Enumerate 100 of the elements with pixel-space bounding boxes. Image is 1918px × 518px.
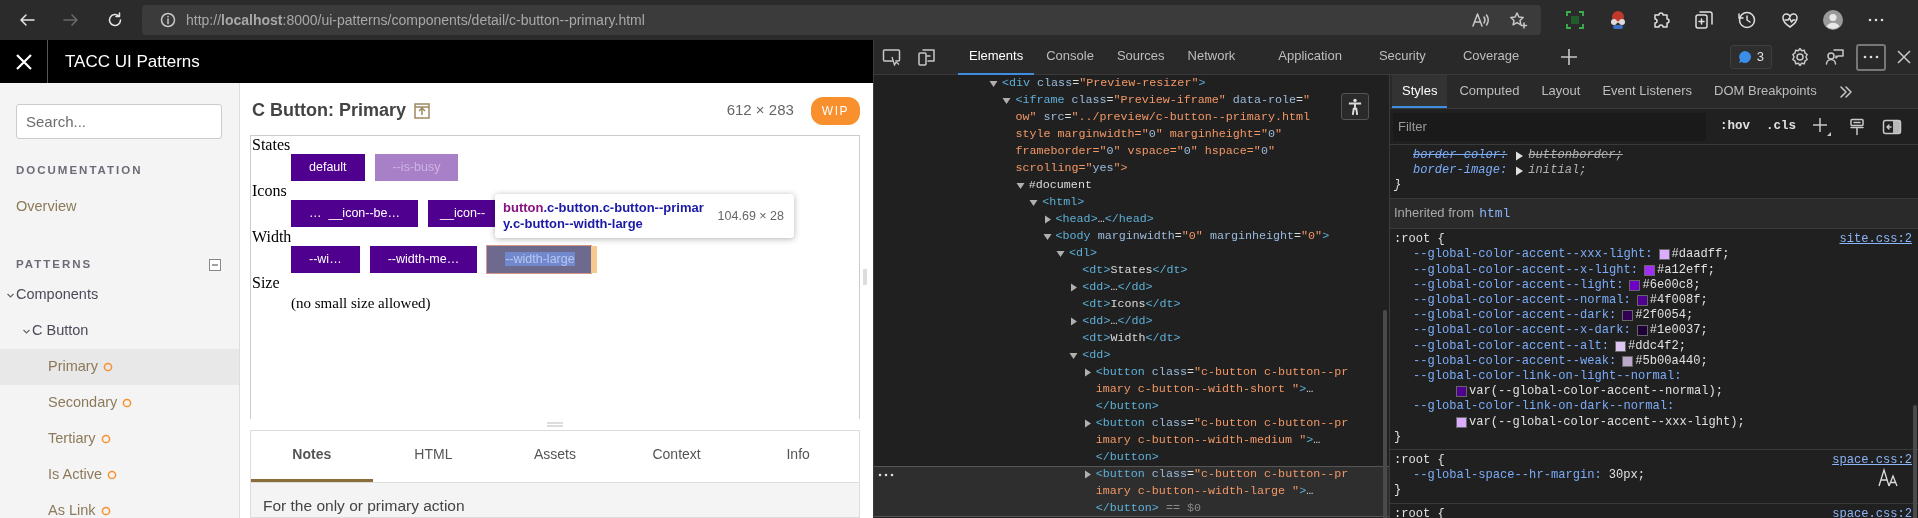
more-icon[interactable] <box>1862 54 1880 60</box>
gear-icon[interactable] <box>1789 47 1810 67</box>
caret-right-icon[interactable] <box>1082 470 1092 479</box>
source-link[interactable]: space.css:2 <box>1832 452 1912 469</box>
color-swatch[interactable] <box>1456 416 1467 428</box>
color-swatch[interactable] <box>1644 264 1655 276</box>
caret-right-icon[interactable] <box>1069 283 1079 292</box>
issues-button[interactable]: 3 <box>1729 45 1772 69</box>
devtools-tab[interactable]: Coverage <box>1451 39 1531 75</box>
scrollbar[interactable] <box>1383 310 1387 518</box>
source-link[interactable]: site.css:2 <box>1839 232 1912 248</box>
color-swatch[interactable] <box>1658 249 1670 261</box>
device-icon[interactable] <box>916 48 937 66</box>
styles-tab[interactable]: DOM Breakpoints <box>1704 75 1827 108</box>
accessibility-button[interactable] <box>1341 93 1369 120</box>
dom-node[interactable]: <dt>States</dt> <box>1082 262 1188 279</box>
dom-node[interactable]: <iframe class="Preview-iframe" data-role=" ow" src="../preview/c-button--primary.html style marginwidth="0" marginheight="0" frameborder="0" vspace="0" hspace="0" scrolling="yes"> <box>1015 92 1310 177</box>
info-icon[interactable] <box>160 12 176 28</box>
devtools-tab[interactable]: Console <box>1035 39 1105 75</box>
search-field[interactable]: Search... <box>16 104 222 139</box>
color-swatch[interactable] <box>1636 325 1648 337</box>
caret-right-icon[interactable] <box>1082 419 1092 428</box>
collections-icon[interactable] <box>1692 9 1715 31</box>
hover-state-button[interactable]: :hov <box>1712 117 1758 136</box>
dom-node[interactable]: <button class="c-button c-button--pr imary c-button--width-large ">… </button> == $0 <box>1095 466 1349 517</box>
dom-node[interactable]: <dd>…</dd> <box>1082 279 1153 296</box>
double-chevron-right-icon[interactable] <box>1839 85 1854 99</box>
text-size-icon[interactable] <box>1878 467 1898 487</box>
plus-icon[interactable] <box>1559 48 1578 66</box>
caret-down-icon[interactable] <box>989 79 998 88</box>
sidebar-item[interactable]: As Link <box>0 493 239 518</box>
resize-handle[interactable] <box>863 269 867 286</box>
devtools-tab[interactable]: Application <box>1267 39 1353 75</box>
favorites-icon[interactable] <box>1509 11 1529 29</box>
devtools-tab[interactable]: Sources <box>1105 39 1176 75</box>
resize-handle[interactable] <box>547 421 563 427</box>
class-button[interactable]: .cls <box>1758 117 1805 136</box>
collapse-icon[interactable] <box>209 259 221 271</box>
dom-node[interactable]: <head>…</head> <box>1055 211 1154 228</box>
element-link[interactable]: html <box>1479 205 1511 221</box>
caret-right-icon[interactable] <box>1069 317 1079 326</box>
color-swatch[interactable] <box>1614 340 1626 352</box>
tree-item[interactable]: Components <box>0 277 239 313</box>
dom-node[interactable]: <button class="c-button c-button--pr imary c-button--width-short ">… </button> <box>1095 364 1349 415</box>
paint-roller-icon[interactable] <box>1848 117 1865 136</box>
caret-right-icon[interactable] <box>1082 368 1092 377</box>
color-swatch[interactable] <box>1629 279 1641 291</box>
filter-field[interactable]: Filter <box>1393 112 1706 141</box>
close-icon[interactable] <box>1896 49 1912 65</box>
preview-button[interactable]: default <box>291 154 365 182</box>
dom-node[interactable]: <dt>Icons</dt> <box>1082 296 1181 313</box>
preview-button[interactable]: --wi… <box>291 246 360 274</box>
dom-node[interactable]: <html> <box>1042 194 1085 211</box>
accessibility-icon[interactable] <box>1348 96 1362 117</box>
dom-node[interactable]: <button class="c-button c-button--pr imary c-button--width-medium ">… </button> <box>1095 415 1349 466</box>
dom-node[interactable]: <dd>…</dd> <box>1082 313 1153 330</box>
sidebar-icon[interactable] <box>1881 118 1902 135</box>
devtools-tab[interactable]: Network <box>1176 39 1247 75</box>
devtools-tab[interactable]: Security <box>1367 39 1437 75</box>
caret-down-icon[interactable] <box>1029 198 1039 207</box>
styles-tab[interactable]: Event Listeners <box>1592 75 1703 108</box>
refresh-icon[interactable] <box>106 11 124 29</box>
color-swatch[interactable] <box>1622 355 1634 367</box>
open-in-new-icon[interactable] <box>414 102 430 119</box>
screen-capture-icon[interactable] <box>1563 9 1586 31</box>
color-swatch[interactable] <box>1636 295 1648 306</box>
avatar-icon[interactable] <box>1821 9 1844 31</box>
more-icon[interactable] <box>877 473 894 477</box>
read-aloud-icon[interactable] <box>1471 12 1491 28</box>
dom-node[interactable]: <body marginwidth="0" marginheight="0"> <box>1055 228 1330 245</box>
tree-item[interactable]: C Button <box>0 313 239 349</box>
dom-node[interactable]: <dl> <box>1068 245 1097 262</box>
color-swatch[interactable] <box>1622 310 1634 322</box>
address-bar[interactable]: http://localhost:8000/ui-patterns/components/detail/c-button--primary.html <box>142 5 1541 35</box>
devtools-tab[interactable]: Elements <box>958 39 1035 75</box>
preview-button[interactable]: … __icon--be… <box>291 200 418 228</box>
caret-down-icon[interactable] <box>1069 351 1079 360</box>
dom-node[interactable]: #document <box>1028 177 1092 194</box>
styles-tab[interactable]: Layout <box>1531 75 1591 108</box>
preview-button[interactable]: --width-me… <box>369 246 478 274</box>
sidebar-item[interactable]: Is Active <box>0 457 239 493</box>
sidebar-link[interactable]: Overview <box>0 189 239 225</box>
sidebar-item[interactable]: Secondary <box>0 385 239 421</box>
inspect-icon[interactable] <box>881 48 902 66</box>
styles-tab[interactable]: Styles <box>1392 75 1448 108</box>
sidebar-item[interactable]: Tertiary <box>0 421 239 457</box>
styles-tab[interactable]: Computed <box>1449 75 1530 108</box>
dom-node[interactable]: <dt>Width</dt> <box>1082 330 1181 347</box>
back-arrow-icon[interactable] <box>18 11 36 29</box>
caret-right-icon[interactable] <box>1042 215 1052 224</box>
dom-node[interactable]: <dd> <box>1082 347 1111 364</box>
color-swatch[interactable] <box>1456 386 1467 398</box>
caret-down-icon[interactable] <box>1055 249 1065 258</box>
caret-down-icon[interactable] <box>1015 181 1025 190</box>
person-bubble-icon[interactable] <box>1824 47 1845 67</box>
dom-node[interactable]: <div class="Preview-resizer"> <box>1002 75 1206 92</box>
scrollbar[interactable] <box>1913 405 1917 518</box>
history-icon[interactable] <box>1735 9 1758 31</box>
plus-icon[interactable] <box>1811 116 1832 137</box>
caret-down-icon[interactable] <box>1042 232 1052 241</box>
